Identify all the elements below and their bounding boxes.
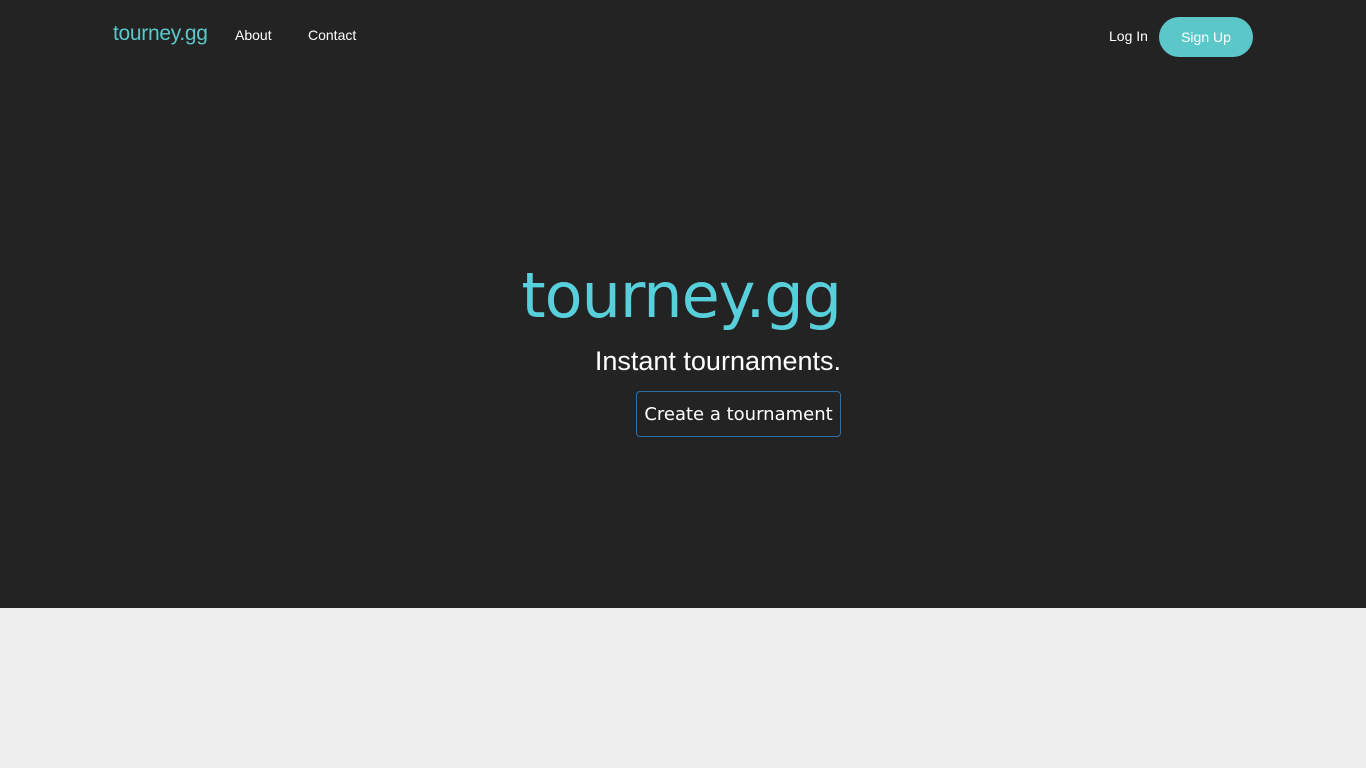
hero-subtitle: Instant tournaments. xyxy=(594,346,841,376)
create-tournament-button[interactable]: Create a tournament xyxy=(636,391,841,437)
hero-title: tourney.gg xyxy=(521,259,842,332)
nav-link-contact[interactable]: Contact xyxy=(308,27,356,43)
lower-section xyxy=(0,608,1366,768)
signup-button[interactable]: Sign Up xyxy=(1159,17,1253,57)
nav-link-about[interactable]: About xyxy=(235,27,272,43)
hero-section: tourney.gg About Contact Log In Sign Up … xyxy=(0,0,1366,608)
brand-logo[interactable]: tourney.gg xyxy=(113,22,208,46)
top-navbar: tourney.gg About Contact Log In Sign Up xyxy=(0,0,1366,72)
login-link[interactable]: Log In xyxy=(1109,28,1148,44)
